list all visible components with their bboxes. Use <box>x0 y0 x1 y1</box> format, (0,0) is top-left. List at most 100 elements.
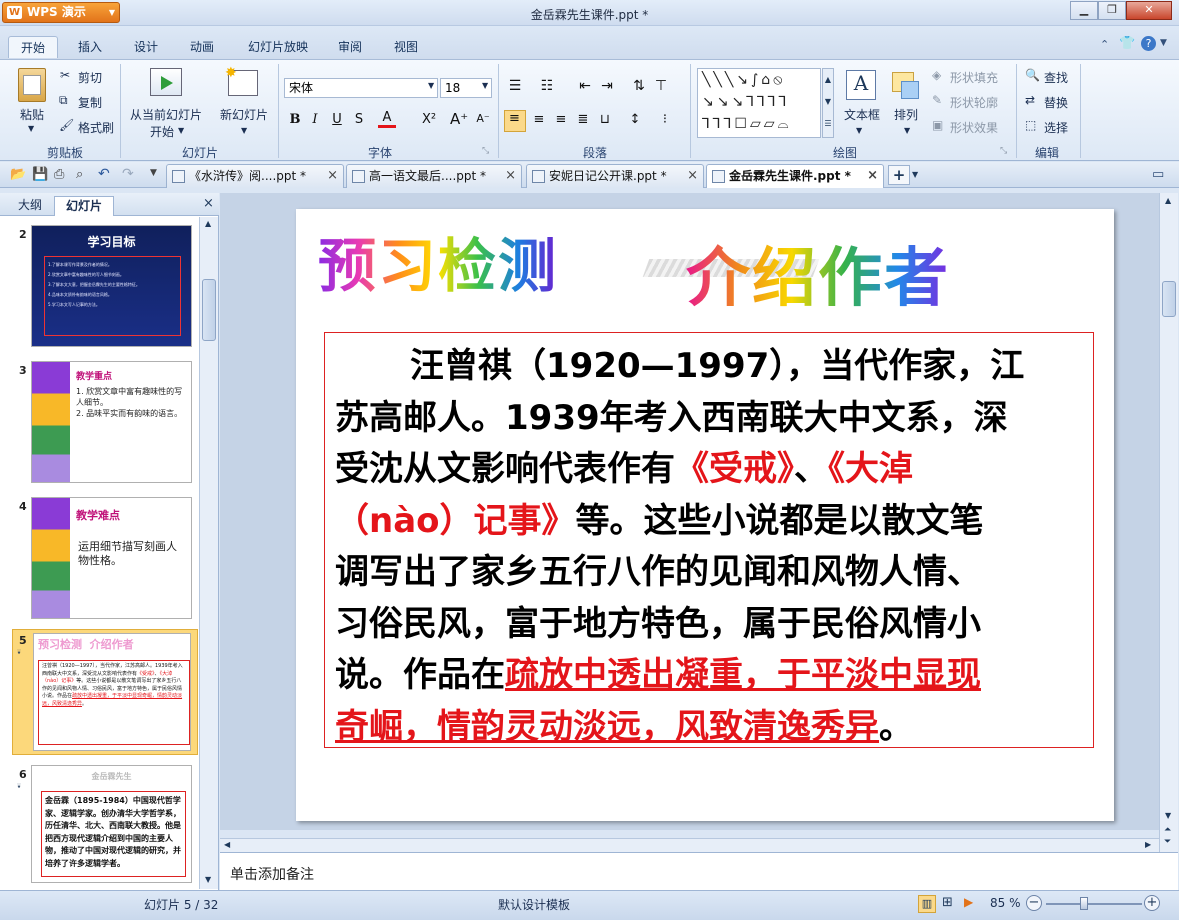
horizontal-scrollbar[interactable]: ◀ ▶ <box>220 838 1159 852</box>
slide-title-left[interactable]: 预习检测 <box>318 219 558 303</box>
doc-tab[interactable]: 安妮日记公开课.ppt * × <box>526 164 704 188</box>
normal-view-button[interactable]: ▥ <box>918 895 936 913</box>
new-slide-button[interactable]: 新幻灯片 <box>220 106 268 123</box>
author-text-box[interactable]: 汪曾祺（1920—1997），当代作家，江 苏高邮人。1939年考入西南联大中文… <box>324 332 1094 748</box>
close-pane-icon[interactable]: × <box>203 196 214 211</box>
bold-button[interactable]: B <box>286 112 304 127</box>
customize-toolbar-icon[interactable]: ▼ <box>150 168 157 178</box>
tab-home[interactable]: 开始 <box>8 36 58 58</box>
find-button[interactable]: 查找 <box>1044 69 1068 86</box>
text-direction-icon[interactable]: ⇅ <box>630 78 648 94</box>
distribute-button[interactable]: ⊔ <box>596 112 614 127</box>
slideshow-button[interactable]: ▶ <box>964 895 973 909</box>
gallery-scroll[interactable]: ▲ ▼ ☰ <box>822 68 834 138</box>
save-icon[interactable]: 💾 <box>32 167 48 182</box>
dialog-launcher-icon[interactable]: ⤡ <box>1000 146 1007 156</box>
chevron-down-icon[interactable]: ▼ <box>912 170 918 179</box>
scroll-down-icon[interactable]: ▼ <box>1165 811 1171 820</box>
textbox-button[interactable]: 文本框 <box>844 106 880 123</box>
scroll-thumb[interactable] <box>202 279 216 341</box>
select-button[interactable]: 选择 <box>1044 119 1068 136</box>
textbox-icon[interactable]: A <box>846 70 876 100</box>
zoom-slider-thumb[interactable] <box>1080 897 1088 910</box>
decrease-font-button[interactable]: A⁻ <box>474 112 492 125</box>
paste-icon[interactable] <box>18 68 46 102</box>
redo-icon[interactable]: ↷ <box>122 166 134 182</box>
chevron-down-icon[interactable]: ▼ <box>28 124 34 133</box>
tab-insert[interactable]: 插入 <box>70 36 110 58</box>
slide-thumbnail[interactable]: 金岳霖先生 金岳霖（1895-1984）中国现代哲学家、逻辑学家。创办清华大学哲… <box>31 765 192 883</box>
decrease-indent-icon[interactable]: ⇤ <box>576 78 594 94</box>
slide-thumbnail[interactable]: 教学重点 1. 欣赏文章中富有趣味性的写人细节。 2. 品味平实而有韵味的语言。 <box>31 361 192 483</box>
tab-outline[interactable]: 大纲 <box>8 196 52 216</box>
paste-button[interactable]: 粘贴 <box>20 106 44 123</box>
doc-tab[interactable]: 《水浒传》阅....ppt * × <box>166 164 344 188</box>
tab-animation[interactable]: 动画 <box>182 36 222 58</box>
help-icon[interactable]: ? <box>1141 36 1156 51</box>
tab-view[interactable]: 视图 <box>386 36 426 58</box>
current-slide[interactable]: 预习检测 介绍作者 汪曾祺（1920—1997），当代作家，江 苏高邮人。193… <box>296 209 1114 821</box>
dialog-launcher-icon[interactable]: ⤡ <box>482 146 489 156</box>
tab-slideshow[interactable]: 幻灯片放映 <box>240 36 316 58</box>
align-left-button[interactable]: ≡ <box>504 110 526 132</box>
wps-menu-button[interactable]: W WPS 演示 ▼ <box>2 2 120 23</box>
chevron-down-icon[interactable]: ▼ <box>856 126 862 135</box>
undo-icon[interactable]: ↶ <box>98 166 110 182</box>
notes-pane[interactable]: 单击添加备注 <box>220 852 1178 890</box>
scroll-right-icon[interactable]: ▶ <box>1145 840 1151 849</box>
tab-design[interactable]: 设计 <box>126 36 166 58</box>
italic-button[interactable]: I <box>306 112 324 127</box>
scroll-down-icon[interactable]: ▼ <box>205 875 211 884</box>
doc-tab-active[interactable]: 金岳霖先生课件.ppt * × <box>706 164 884 188</box>
columns-button[interactable]: ⁝ <box>656 112 674 127</box>
underline-button[interactable]: U <box>328 112 346 127</box>
skin-icon[interactable]: 👕 <box>1119 36 1135 51</box>
scroll-up-icon[interactable]: ▲ <box>205 219 211 228</box>
open-icon[interactable]: 📂 <box>10 167 26 182</box>
close-tab-icon[interactable]: × <box>867 165 878 187</box>
slide-scrollbar[interactable]: ▲ ▼ ⏶ ⏷ <box>1159 193 1178 852</box>
doc-tab[interactable]: 高一语文最后....ppt * × <box>346 164 522 188</box>
copy-button[interactable]: 复制 <box>78 94 102 111</box>
slide-sorter-button[interactable]: ⊞ <box>942 895 953 910</box>
new-tab-button[interactable]: + <box>888 165 910 185</box>
print-preview-icon[interactable]: ⌕ <box>76 167 83 182</box>
font-name-select[interactable]: 宋体 <box>284 78 438 98</box>
maximize-button[interactable]: ❐ <box>1098 1 1126 20</box>
play-from-current-icon[interactable] <box>150 68 182 96</box>
scroll-up-icon[interactable]: ▲ <box>1165 196 1171 205</box>
close-button[interactable]: ✕ <box>1126 1 1172 20</box>
slide-thumbnail[interactable]: 学习目标 1.了解本课写作背景及作者的情况。 2.欣赏文章中富有趣味性的写人细节… <box>31 225 192 347</box>
window-mode-icon[interactable]: ▭ <box>1152 167 1164 182</box>
shadow-button[interactable]: S <box>350 112 368 127</box>
play-from-current-button[interactable]: 从当前幻灯片 <box>130 106 202 123</box>
tab-review[interactable]: 审阅 <box>330 36 370 58</box>
replace-button[interactable]: 替换 <box>1044 94 1068 111</box>
superscript-button[interactable]: X² <box>420 112 438 127</box>
scroll-thumb[interactable] <box>1162 281 1176 317</box>
font-color-button[interactable]: A <box>378 110 396 128</box>
close-tab-icon[interactable]: × <box>327 165 338 187</box>
slide-title-right[interactable]: 介绍作者 <box>686 227 950 319</box>
slide-thumbnail[interactable]: 教学难点 运用细节描写刻画人物性格。 <box>31 497 192 619</box>
print-icon[interactable]: ⎙ <box>54 167 64 182</box>
arrange-icon[interactable] <box>892 72 919 99</box>
zoom-in-button[interactable]: + <box>1144 895 1160 911</box>
chevron-down-icon[interactable]: ▼ <box>241 126 247 135</box>
new-slide-icon[interactable]: ✸ <box>225 65 258 96</box>
arrange-button[interactable]: 排列 <box>894 106 918 123</box>
chevron-down-icon[interactable]: ▼ <box>178 126 184 135</box>
zoom-out-button[interactable]: − <box>1026 895 1042 911</box>
align-right-button[interactable]: ≡ <box>552 112 570 127</box>
zoom-slider-track[interactable] <box>1046 903 1142 905</box>
increase-font-button[interactable]: A⁺ <box>450 110 468 128</box>
chevron-down-icon[interactable]: ▼ <box>1160 38 1167 48</box>
scroll-left-icon[interactable]: ◀ <box>224 840 230 849</box>
line-spacing-button[interactable]: ↕ <box>626 112 644 127</box>
close-tab-icon[interactable]: × <box>505 165 516 187</box>
increase-indent-icon[interactable]: ⇥ <box>598 78 616 94</box>
numbering-icon[interactable]: ☷ <box>538 78 556 94</box>
ribbon-collapse-icon[interactable]: ⌃ <box>1100 38 1109 51</box>
slide-thumbnail[interactable]: 预习检测 介绍作者 汪曾祺（1920—1997），当代作家，江苏高邮人。1939… <box>33 633 191 751</box>
tab-slides[interactable]: 幻灯片 <box>54 196 114 216</box>
